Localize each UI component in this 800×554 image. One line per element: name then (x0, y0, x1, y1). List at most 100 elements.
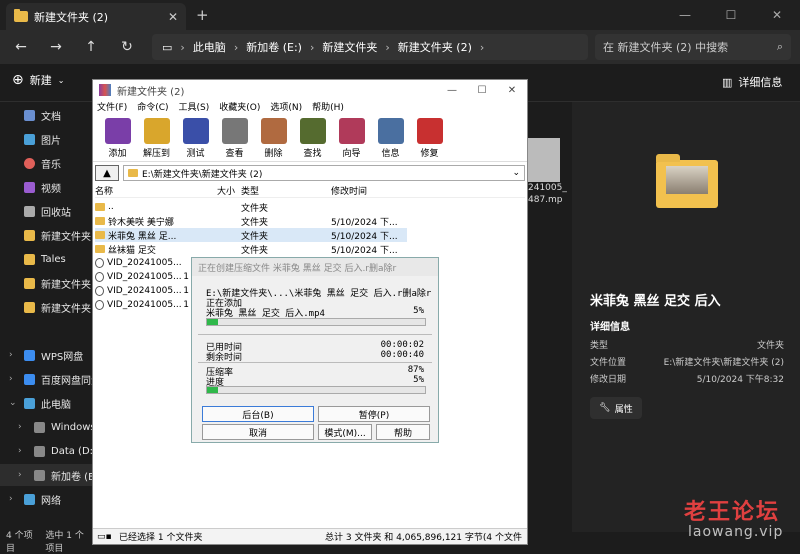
remaining-value: 00:00:40 (380, 350, 424, 360)
up-icon[interactable]: ↑ (80, 36, 102, 58)
forward-icon[interactable]: → (45, 36, 67, 58)
chevron-down-icon[interactable]: ⌄ (9, 398, 17, 408)
mode-button[interactable]: 模式(M)... (318, 424, 372, 440)
sidebar-item-network[interactable]: › 网络 (0, 488, 92, 510)
sidebar-item-folder[interactable]: 新建文件夹 (0, 296, 92, 318)
details-pane-button[interactable]: ▥ 详细信息 (722, 74, 782, 90)
file-row[interactable]: 丝袜猫 足交 文件夹 5/10/2024 下... (95, 242, 407, 256)
sidebar-item-windows-drive[interactable]: › Windows- (0, 416, 92, 438)
total-progress-bar (206, 386, 426, 394)
breadcrumb-item[interactable]: 新建文件夹 (322, 39, 377, 55)
minimize-icon[interactable]: — (662, 0, 708, 30)
sidebar-item-folder[interactable]: 新建文件夹 (0, 224, 92, 246)
tool-test-button[interactable]: 测试 (177, 116, 214, 161)
help-button[interactable]: 帮助 (376, 424, 430, 440)
file-row[interactable]: VID_20241005... (95, 256, 191, 270)
details-button-label: 详细信息 (738, 76, 783, 89)
sidebar-item-tales[interactable]: Tales (0, 248, 92, 270)
sidebar-item-folder[interactable]: 新建文件夹 (0, 272, 92, 294)
breadcrumb-item[interactable]: 新建文件夹 (2) (398, 39, 472, 55)
tool-view-button[interactable]: 查看 (216, 116, 253, 161)
new-button[interactable]: ⊕ 新建 ⌄ (12, 72, 64, 88)
file-row[interactable]: VID_20241005... 1 (95, 270, 191, 284)
properties-button[interactable]: 🔧︎ 属性 (590, 397, 642, 419)
menu-favorites[interactable]: 收藏夹(O) (219, 100, 260, 116)
menu-options[interactable]: 选项(N) (270, 100, 302, 116)
sidebar-item-videos[interactable]: 视频 (0, 176, 92, 198)
cancel-button[interactable]: 取消 (202, 424, 314, 440)
detail-value: 文件夹 (756, 341, 784, 351)
video-icon (24, 181, 35, 193)
sidebar-item-this-pc[interactable]: ⌄ 此电脑 (0, 392, 92, 414)
file-mtime: 5/10/2024 下... (331, 245, 398, 256)
file-name: .. (108, 202, 114, 212)
maximize-icon[interactable]: ☐ (467, 80, 497, 100)
sidebar-item-pictures[interactable]: 图片 (0, 128, 92, 150)
pause-button[interactable]: 暂停(P) (318, 406, 430, 422)
up-folder-button[interactable]: ▲ (95, 165, 119, 181)
chevron-right-icon[interactable]: › (18, 422, 22, 432)
column-size[interactable]: 大小 (183, 184, 241, 197)
new-tab-button[interactable]: + (196, 6, 209, 24)
close-tab-icon[interactable]: ✕ (168, 10, 178, 24)
close-window-icon[interactable]: ✕ (754, 0, 800, 30)
close-icon[interactable]: ✕ (497, 80, 527, 100)
menu-file[interactable]: 文件(F) (97, 100, 127, 116)
column-modified[interactable]: 修改时间 (331, 184, 411, 197)
refresh-icon[interactable]: ↻ (116, 36, 138, 58)
sidebar-item-wps-drive[interactable]: › WPS网盘 (0, 344, 92, 366)
file-type: 文件夹 (241, 231, 269, 242)
path-dropdown[interactable]: E:\新建文件夹\新建文件夹 (2) ⌄ (123, 165, 525, 181)
chevron-right-icon[interactable]: › (9, 350, 13, 360)
video-file-caption[interactable]: 241005_ 487.mp (528, 182, 568, 206)
sidebar-item-recycle-bin[interactable]: 回收站 (0, 200, 92, 222)
tool-extract-button[interactable]: 解压到 (138, 116, 175, 161)
sidebar-item-music[interactable]: 音乐 (0, 152, 92, 174)
tool-repair-button[interactable]: 修复 (411, 116, 448, 161)
sidebar-item-documents[interactable]: 文档 (0, 104, 92, 126)
address-bar[interactable]: ▭ › 此电脑 › 新加卷 (E:) › 新建文件夹 › 新建文件夹 (2) › (152, 34, 588, 60)
sidebar-item-label: Data (D:) (51, 445, 92, 457)
tool-wizard-button[interactable]: 向导 (333, 116, 370, 161)
navigation-pane: 文档 图片 音乐 视频 回收站 新建文件夹 Tales 新建文件夹 新建文件夹 … (0, 102, 92, 532)
back-icon[interactable]: ← (10, 36, 32, 58)
breadcrumb-item[interactable]: 新加卷 (E:) (246, 39, 302, 55)
tab-current-folder[interactable]: 新建文件夹 (2) ✕ (6, 3, 186, 30)
file-row[interactable]: VID_20241005... 1 (95, 298, 191, 312)
chevron-right-icon[interactable]: › (18, 470, 22, 480)
minimize-icon[interactable]: — (437, 80, 467, 100)
menu-commands[interactable]: 命令(C) (137, 100, 168, 116)
search-input[interactable]: 在 新建文件夹 (2) 中搜索 ⌕ (595, 34, 791, 60)
tool-delete-button[interactable]: 删除 (255, 116, 292, 161)
path-text: E:\新建文件夹\新建文件夹 (2) (142, 169, 263, 180)
menu-tools[interactable]: 工具(S) (179, 100, 210, 116)
tool-info-button[interactable]: 信息 (372, 116, 409, 161)
maximize-icon[interactable]: ☐ (708, 0, 754, 30)
background-button[interactable]: 后台(B) (202, 406, 314, 422)
column-type[interactable]: 类型 (241, 184, 331, 197)
file-type: 文件夹 (241, 245, 269, 256)
total-progress-fill (207, 387, 218, 393)
explorer-status-bar: 4 个项目 选中 1 个项目 (0, 531, 92, 554)
menu-help[interactable]: 帮助(H) (312, 100, 344, 116)
tool-find-button[interactable]: 查找 (294, 116, 331, 161)
file-row[interactable]: .. 文件夹 (95, 200, 407, 214)
tool-add-button[interactable]: 添加 (99, 116, 136, 161)
file-row[interactable]: VID_20241005... 1 (95, 284, 191, 298)
chevron-right-icon[interactable]: › (18, 446, 22, 456)
file-row[interactable]: 铃木美咲 美宁娜 文件夹 5/10/2024 下... (95, 214, 407, 228)
chevron-right-icon: › (385, 40, 390, 54)
sidebar-item-baidu-sync[interactable]: › 百度网盘同步 (0, 368, 92, 390)
sidebar-item-e-drive[interactable]: › 新加卷 (E:) (0, 464, 92, 486)
column-name[interactable]: 名称 (95, 184, 183, 197)
drive-icon (34, 421, 45, 433)
file-row-selected[interactable]: 米菲兔 黑丝 足... 文件夹 5/10/2024 下... (95, 228, 407, 242)
info-icon (377, 118, 404, 144)
video-thumbnail[interactable] (528, 138, 560, 182)
chevron-right-icon[interactable]: › (9, 374, 13, 384)
dialog-title[interactable]: 正在创建压缩文件 米菲兔 黑丝 足交 后入.r删a除r (192, 258, 438, 276)
sidebar-item-data-drive[interactable]: › Data (D:) (0, 440, 92, 462)
sidebar-item-label: Tales (41, 253, 66, 265)
chevron-right-icon[interactable]: › (9, 494, 13, 504)
breadcrumb-item[interactable]: 此电脑 (193, 39, 226, 55)
